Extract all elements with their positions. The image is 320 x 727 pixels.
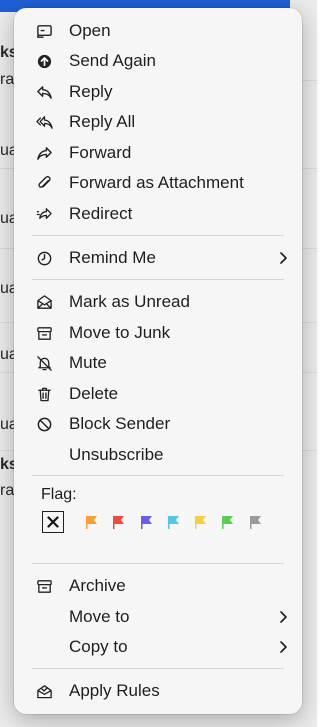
menu-item-label: Unsubscribe	[69, 445, 164, 464]
junk-icon	[32, 323, 56, 343]
menu-item-label: Reply	[69, 82, 113, 101]
menu-separator	[32, 279, 284, 280]
menu-separator	[32, 235, 284, 236]
empty-icon-slot	[32, 637, 56, 657]
menu-item-mark-as-unread[interactable]: Mark as Unread	[26, 288, 290, 316]
menu-item-forward-as-attachment[interactable]: Forward as Attachment	[26, 169, 290, 197]
send-again-icon	[32, 51, 56, 71]
apply-rules-icon	[32, 681, 56, 701]
flag-green-icon[interactable]	[219, 514, 235, 530]
menu-item-unsubscribe[interactable]: Unsubscribe	[26, 441, 290, 469]
menu-item-label: Remind Me	[69, 248, 156, 267]
empty-icon-slot	[32, 445, 56, 465]
menu-item-send-again[interactable]: Send Again	[26, 47, 290, 75]
menu-item-label: Move to	[69, 607, 130, 626]
flag-red-icon[interactable]	[110, 514, 126, 530]
menu-item-forward[interactable]: Forward	[26, 139, 290, 167]
menu-separator	[32, 668, 284, 669]
menu-item-label: Copy to	[69, 637, 128, 656]
menu-item-label: Open	[69, 21, 111, 40]
bell-slash-icon	[32, 353, 56, 373]
chevron-right-icon	[280, 611, 287, 623]
menu-item-label: Forward	[69, 143, 132, 162]
flag-yellow-icon[interactable]	[192, 514, 208, 530]
chevron-right-icon	[280, 641, 287, 653]
flag-orange-icon[interactable]	[83, 514, 99, 530]
forward-icon	[32, 143, 56, 163]
menu-item-archive[interactable]: Archive	[26, 572, 290, 600]
menu-item-label: Archive	[69, 576, 126, 595]
message-context-menu: Open Send Again Reply Reply All Forward …	[14, 8, 302, 714]
menu-item-label: Apply Rules	[69, 681, 160, 700]
menu-separator	[32, 563, 284, 564]
flag-cyan-icon[interactable]	[165, 514, 181, 530]
menu-item-label: Mark as Unread	[69, 292, 190, 311]
menu-item-open[interactable]: Open	[26, 17, 290, 45]
menu-item-reply[interactable]: Reply	[26, 78, 290, 106]
menu-item-label: Mute	[69, 353, 107, 372]
empty-icon-slot	[32, 607, 56, 627]
menu-item-label: Send Again	[69, 51, 156, 70]
menu-item-label: Delete	[69, 384, 119, 403]
flag-section-label: Flag:	[41, 486, 77, 503]
bg-fragment: ra	[0, 71, 15, 88]
archive-icon	[32, 576, 56, 596]
block-icon	[32, 414, 56, 434]
menu-item-move-to[interactable]: Move to	[26, 603, 290, 631]
menu-item-delete[interactable]: Delete	[26, 380, 290, 408]
menu-item-label: Reply All	[69, 112, 136, 131]
menu-item-block-sender[interactable]: Block Sender	[26, 410, 290, 438]
open-icon	[32, 21, 56, 41]
reply-icon	[32, 82, 56, 102]
trash-icon	[32, 384, 56, 404]
menu-item-mute[interactable]: Mute	[26, 349, 290, 377]
close-icon	[47, 516, 59, 528]
menu-item-redirect[interactable]: Redirect	[26, 200, 290, 228]
menu-item-remind-me[interactable]: Remind Me	[26, 244, 290, 272]
menu-item-move-to-junk[interactable]: Move to Junk	[26, 319, 290, 347]
menu-item-label: Forward as Attachment	[69, 173, 244, 192]
menu-item-label: Block Sender	[69, 414, 171, 433]
menu-item-label: Move to Junk	[69, 323, 171, 342]
menu-item-copy-to[interactable]: Copy to	[26, 633, 290, 661]
chevron-right-icon	[280, 252, 287, 264]
reply-all-icon	[32, 112, 56, 132]
flag-gray-icon[interactable]	[247, 514, 263, 530]
flag-purple-icon[interactable]	[138, 514, 154, 530]
redirect-icon	[32, 204, 56, 224]
bg-fragment: ra	[0, 482, 15, 499]
envelope-open-icon	[32, 292, 56, 312]
clock-icon	[32, 248, 56, 268]
paperclip-icon	[32, 173, 56, 193]
menu-item-label: Redirect	[69, 204, 133, 223]
menu-item-apply-rules[interactable]: Apply Rules	[26, 677, 290, 705]
menu-separator	[32, 475, 284, 476]
flag-none-button[interactable]	[42, 511, 64, 533]
menu-item-reply-all[interactable]: Reply All	[26, 108, 290, 136]
